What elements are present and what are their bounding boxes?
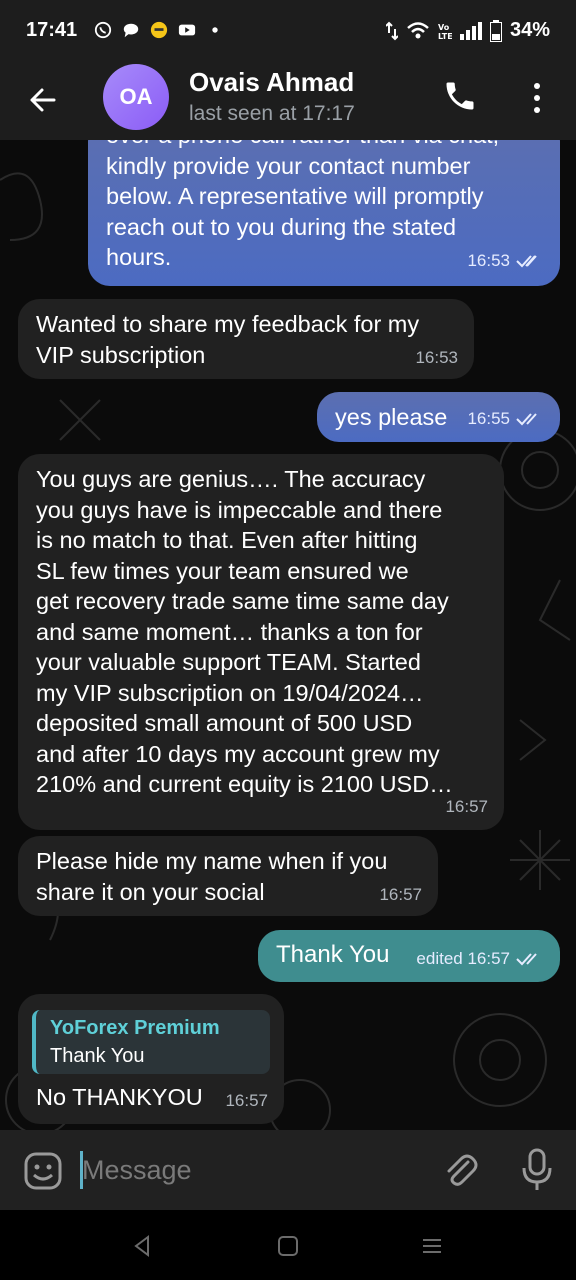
sticker-emoji-icon[interactable] xyxy=(24,1152,62,1190)
dot-icon xyxy=(212,27,218,33)
message-meta: edited 16:57 xyxy=(416,944,544,975)
message-outgoing[interactable]: yes please 16:55 xyxy=(317,392,560,442)
double-check-icon xyxy=(516,953,537,966)
reply-quote[interactable]: YoForex Premium Thank You xyxy=(32,1010,270,1074)
status-bar: 17:41 Vo LTE 34% xyxy=(0,0,576,62)
message-text: Please hide my name when if you share it… xyxy=(36,848,388,905)
reply-sender: YoForex Premium xyxy=(50,1017,220,1039)
message-text: No THANKYOU xyxy=(36,1084,203,1110)
avatar[interactable]: OA xyxy=(103,64,169,130)
contact-name[interactable]: Ovais Ahmad xyxy=(189,67,354,98)
message-outgoing[interactable]: Thank You edited 16:57 xyxy=(258,930,560,982)
message-time: 16:57 xyxy=(445,796,488,816)
battery-percent: 34% xyxy=(509,19,550,41)
reply-text: Thank You xyxy=(50,1045,145,1067)
message-meta: 16:53 xyxy=(415,343,458,374)
message-time: edited 16:57 xyxy=(416,948,510,968)
message-text: You guys are genius…. The accuracy you g… xyxy=(36,466,453,797)
youtube-icon xyxy=(178,24,196,36)
message-meta: 16:53 xyxy=(467,246,544,277)
message-outgoing[interactable]: over a phone call rather than via chat, … xyxy=(88,140,560,286)
svg-text:Vo: Vo xyxy=(438,23,450,32)
attach-paperclip-icon[interactable] xyxy=(440,1150,480,1190)
message-text: Wanted to share my feedback for my VIP s… xyxy=(36,311,420,368)
svg-text:LTE: LTE xyxy=(438,32,452,41)
battery-icon xyxy=(489,19,502,42)
signal-icon xyxy=(459,21,482,40)
message-meta: 16:57 xyxy=(445,792,488,823)
message-time: 16:57 xyxy=(379,884,422,904)
whatsapp-icon xyxy=(94,21,112,39)
emoji-icon xyxy=(150,21,168,39)
message-composer xyxy=(0,1130,576,1210)
nav-home-icon[interactable] xyxy=(276,1234,300,1258)
nav-recents-icon[interactable] xyxy=(420,1234,444,1258)
double-check-icon xyxy=(516,255,537,268)
data-arrows-icon xyxy=(385,21,398,40)
message-time: 16:57 xyxy=(225,1090,268,1110)
status-time: 17:41 xyxy=(26,19,78,41)
avatar-initials: OA xyxy=(119,84,153,109)
wifi-icon xyxy=(407,21,429,38)
message-meta: 16:57 xyxy=(379,880,422,911)
message-time: 16:53 xyxy=(467,250,510,270)
system-status: Vo LTE 34% xyxy=(385,19,550,42)
message-incoming[interactable]: Please hide my name when if you share it… xyxy=(18,836,438,916)
message-incoming[interactable]: Wanted to share my feedback for my VIP s… xyxy=(18,299,474,379)
double-check-icon xyxy=(516,413,537,426)
system-nav-bar xyxy=(0,1210,576,1280)
last-seen-status: last seen at 17:17 xyxy=(189,102,355,125)
nav-back-icon[interactable] xyxy=(130,1234,154,1258)
more-vertical-icon[interactable] xyxy=(528,80,546,116)
notification-icons xyxy=(94,21,224,39)
microphone-icon[interactable] xyxy=(520,1148,554,1192)
message-input[interactable] xyxy=(82,1148,412,1192)
chat-header: OA Ovais Ahmad last seen at 17:17 xyxy=(0,62,576,140)
back-arrow-icon[interactable] xyxy=(24,80,64,120)
message-time: 16:55 xyxy=(467,408,510,428)
message-time: 16:53 xyxy=(415,347,458,367)
chat-icon xyxy=(123,23,139,38)
message-incoming[interactable]: YoForex Premium Thank You No THANKYOU 16… xyxy=(18,994,284,1124)
message-list[interactable]: over a phone call rather than via chat, … xyxy=(0,140,576,1130)
volte-icon: VoLTE xyxy=(438,23,452,41)
message-meta: 16:55 xyxy=(467,404,544,435)
phone-call-icon[interactable] xyxy=(442,78,478,114)
message-meta: 16:57 xyxy=(225,1086,268,1117)
message-incoming[interactable]: You guys are genius…. The accuracy you g… xyxy=(18,454,504,830)
